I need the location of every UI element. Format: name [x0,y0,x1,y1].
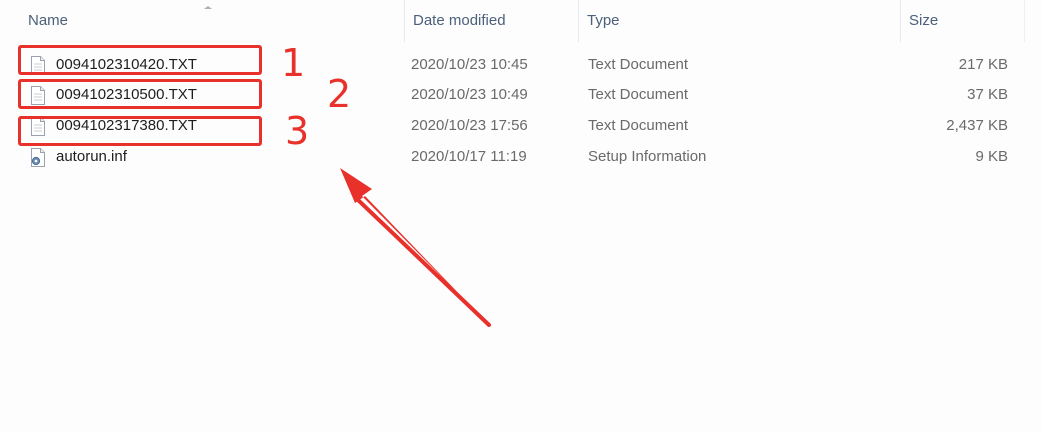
file-date-modified: 2020/10/23 10:45 [411,56,528,73]
file-type: Text Document [588,117,689,134]
file-type: Text Document [588,56,689,73]
annotation-label-2: 2 [327,72,352,116]
column-header: Name Date modified Type Size [0,0,1041,42]
column-divider [1024,0,1025,42]
annotation-label-3: 3 [285,109,310,153]
highlight-box-3 [18,116,262,146]
file-size: 2,437 KB [946,117,1008,134]
file-name: autorun.inf [56,148,127,165]
sort-ascending-icon [204,6,214,9]
column-type-label: Type [587,12,620,29]
highlight-box-2 [18,79,262,109]
setup-file-icon [30,148,46,167]
file-size: 37 KB [967,86,1008,103]
file-date-modified: 2020/10/23 17:56 [411,117,528,134]
column-header-type[interactable]: Type [578,0,900,42]
column-header-size[interactable]: Size [900,0,1020,42]
file-size: 9 KB [975,148,1008,165]
column-header-date-modified[interactable]: Date modified [404,0,578,42]
file-size: 217 KB [958,56,1008,73]
highlight-box-1 [18,45,262,75]
column-name-label: Name [28,12,69,29]
file-row[interactable]: autorun.inf 2020/10/17 11:19 Setup Infor… [0,142,1041,172]
file-date-modified: 2020/10/23 10:49 [411,86,528,103]
file-explorer-view: Name Date modified Type Size 00941023104… [0,0,1041,432]
column-size-label: Size [909,12,939,29]
file-type: Text Document [588,86,689,103]
file-type: Setup Information [588,148,707,165]
annotation-label-1: 1 [281,41,306,85]
column-date-label: Date modified [413,12,506,29]
file-date-modified: 2020/10/17 11:19 [411,148,527,165]
